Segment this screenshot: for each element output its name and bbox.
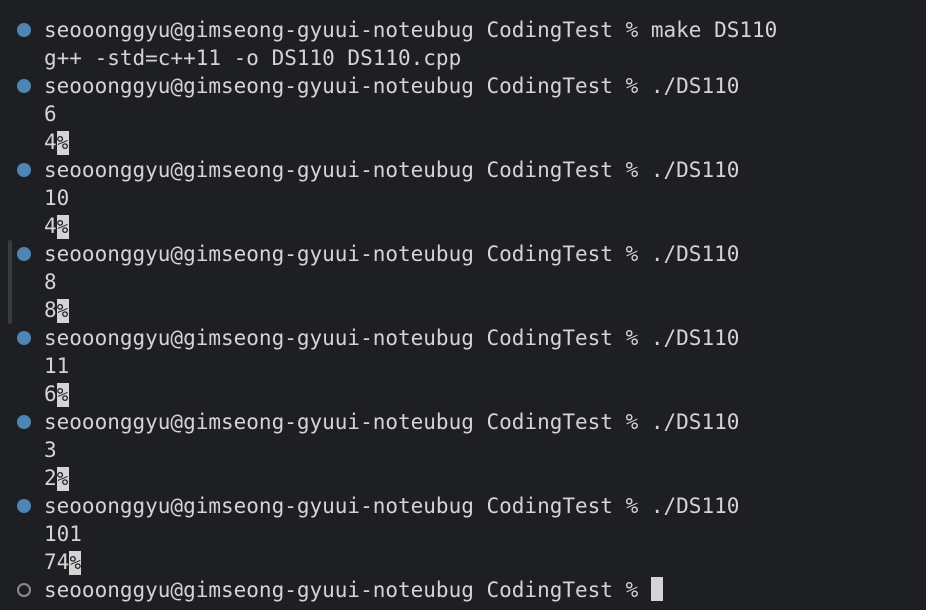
prompt-text: seooonggyu@gimseong-gyuui-noteubug Codin…	[44, 240, 739, 268]
prompt-text: seooonggyu@gimseong-gyuui-noteubug Codin…	[44, 324, 739, 352]
output-text: 11	[44, 352, 69, 380]
output-line: 8%	[0, 296, 926, 324]
output-value: 6	[44, 102, 57, 126]
prompt-line: seooonggyu@gimseong-gyuui-noteubug Codin…	[0, 408, 926, 436]
command-text: seooonggyu@gimseong-gyuui-noteubug Codin…	[44, 410, 740, 434]
output-line: 11	[0, 352, 926, 380]
prompt-text: seooonggyu@gimseong-gyuui-noteubug Codin…	[44, 16, 777, 44]
output-line: 10	[0, 184, 926, 212]
output-line: 6	[0, 100, 926, 128]
output-line: 4%	[0, 128, 926, 156]
output-text: 8	[44, 268, 57, 296]
terminal-panel[interactable]: ~~~ seooonggyu@gimseong-gyuui-noteubug C…	[0, 0, 926, 610]
prompt-line: seooonggyu@gimseong-gyuui-noteubug Codin…	[0, 72, 926, 100]
prompt-text: seooonggyu@gimseong-gyuui-noteubug Codin…	[44, 72, 739, 100]
text-cursor	[650, 577, 663, 601]
command-text: seooonggyu@gimseong-gyuui-noteubug Codin…	[44, 578, 651, 602]
output-line: g++ -std=c++11 -o DS110 DS110.cpp	[0, 44, 926, 72]
output-line: 3	[0, 436, 926, 464]
command-text: seooonggyu@gimseong-gyuui-noteubug Codin…	[44, 74, 740, 98]
output-line: 2%	[0, 464, 926, 492]
prompt-text: seooonggyu@gimseong-gyuui-noteubug Codin…	[44, 576, 663, 604]
output-value: 11	[44, 354, 70, 378]
output-value: 4	[44, 130, 57, 154]
output-line: 101	[0, 520, 926, 548]
command-pending-decoration-icon[interactable]	[17, 583, 31, 597]
output-text: 4%	[44, 212, 69, 240]
command-decoration-icon[interactable]	[17, 499, 31, 513]
prompt-text: seooonggyu@gimseong-gyuui-noteubug Codin…	[44, 492, 739, 520]
output-text: 74%	[44, 548, 82, 576]
output-text: 6%	[44, 380, 69, 408]
output-value: 8	[44, 270, 57, 294]
clipped-previous-line: ~~~	[44, 0, 82, 8]
no-newline-marker: %	[69, 551, 82, 575]
output-value: 74	[44, 550, 70, 574]
prompt-line: seooonggyu@gimseong-gyuui-noteubug Codin…	[0, 240, 926, 268]
command-decoration-icon[interactable]	[17, 23, 31, 37]
output-value: 2	[44, 466, 57, 490]
command-decoration-icon[interactable]	[17, 415, 31, 429]
command-decoration-icon[interactable]	[17, 163, 31, 177]
output-value: g++ -std=c++11 -o DS110 DS110.cpp	[44, 46, 462, 70]
output-text: 101	[44, 520, 82, 548]
output-value: 101	[44, 522, 82, 546]
prompt-text: seooonggyu@gimseong-gyuui-noteubug Codin…	[44, 156, 739, 184]
output-line: 6%	[0, 380, 926, 408]
output-line: 4%	[0, 212, 926, 240]
output-line: 74%	[0, 548, 926, 576]
output-text: g++ -std=c++11 -o DS110 DS110.cpp	[44, 44, 461, 72]
terminal-output[interactable]: seooonggyu@gimseong-gyuui-noteubug Codin…	[0, 16, 926, 604]
command-decoration-icon[interactable]	[17, 331, 31, 345]
no-newline-marker: %	[56, 383, 69, 407]
no-newline-marker: %	[56, 299, 69, 323]
output-value: 8	[44, 298, 57, 322]
prompt-line: seooonggyu@gimseong-gyuui-noteubug Codin…	[0, 16, 926, 44]
output-value: 4	[44, 214, 57, 238]
command-decoration-icon[interactable]	[17, 247, 31, 261]
prompt-line: seooonggyu@gimseong-gyuui-noteubug Codin…	[0, 492, 926, 520]
output-text: 3	[44, 436, 57, 464]
output-value: 3	[44, 438, 57, 462]
prompt-line: seooonggyu@gimseong-gyuui-noteubug Codin…	[0, 324, 926, 352]
output-text: 6	[44, 100, 57, 128]
output-text: 4%	[44, 128, 69, 156]
prompt-line: seooonggyu@gimseong-gyuui-noteubug Codin…	[0, 156, 926, 184]
command-text: seooonggyu@gimseong-gyuui-noteubug Codin…	[44, 242, 740, 266]
output-text: 8%	[44, 296, 69, 324]
output-value: 6	[44, 382, 57, 406]
prompt-line: seooonggyu@gimseong-gyuui-noteubug Codin…	[0, 576, 926, 604]
output-line: 8	[0, 268, 926, 296]
command-decoration-icon[interactable]	[17, 79, 31, 93]
output-value: 10	[44, 186, 70, 210]
no-newline-marker: %	[56, 215, 69, 239]
command-text: seooonggyu@gimseong-gyuui-noteubug Codin…	[44, 326, 740, 350]
prompt-text: seooonggyu@gimseong-gyuui-noteubug Codin…	[44, 408, 739, 436]
command-text: seooonggyu@gimseong-gyuui-noteubug Codin…	[44, 158, 740, 182]
command-text: seooonggyu@gimseong-gyuui-noteubug Codin…	[44, 18, 778, 42]
no-newline-marker: %	[56, 467, 69, 491]
output-text: 10	[44, 184, 69, 212]
output-text: 2%	[44, 464, 69, 492]
no-newline-marker: %	[56, 131, 69, 155]
command-text: seooonggyu@gimseong-gyuui-noteubug Codin…	[44, 494, 740, 518]
